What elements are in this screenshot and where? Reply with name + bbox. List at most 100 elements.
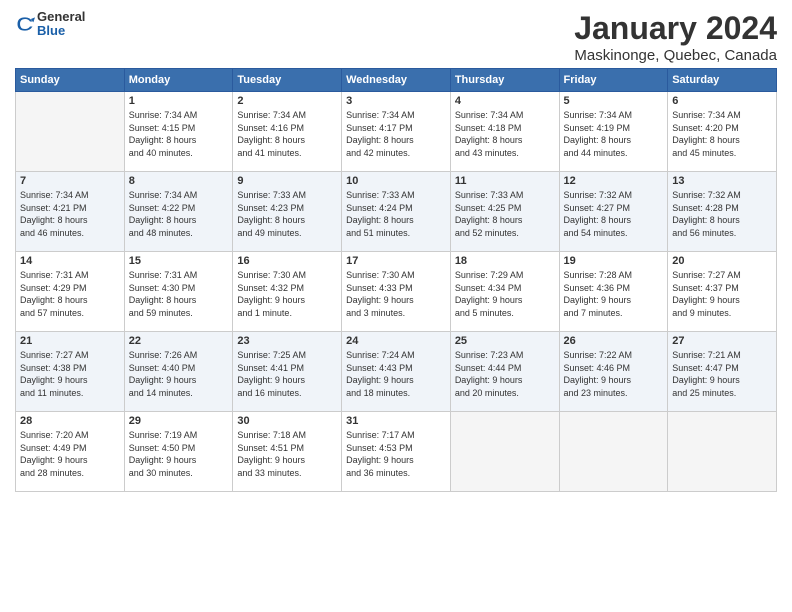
day-info: Sunrise: 7:21 AM Sunset: 4:47 PM Dayligh… [672, 349, 772, 399]
day-number: 31 [346, 415, 446, 427]
weekday-header-row: SundayMondayTuesdayWednesdayThursdayFrid… [16, 69, 777, 92]
day-number: 10 [346, 175, 446, 187]
day-number: 6 [672, 95, 772, 107]
calendar-cell: 26 Sunrise: 7:22 AM Sunset: 4:46 PM Dayli… [559, 332, 668, 412]
calendar-cell: 30Sunrise: 7:18 AM Sunset: 4:51 PM Dayli… [233, 412, 342, 492]
day-info: Sunrise: 7:33 AM Sunset: 4:23 PM Dayligh… [237, 189, 337, 239]
calendar-table: SundayMondayTuesdayWednesdayThursdayFrid… [15, 68, 777, 492]
calendar-cell: 18 Sunrise: 7:29 AM Sunset: 4:34 PM Dayli… [450, 252, 559, 332]
day-number: 23 [237, 335, 337, 347]
day-number: 3 [346, 95, 446, 107]
day-info: Sunrise: 7:22 AM Sunset: 4:46 PM Dayligh… [564, 349, 664, 399]
calendar-cell: 8Sunrise: 7:34 AM Sunset: 4:22 PM Daylig… [124, 172, 233, 252]
weekday-header-monday: Monday [124, 69, 233, 92]
main-title: January 2024 [574, 10, 777, 47]
day-info: Sunrise: 7:34 AM Sunset: 4:19 PM Dayligh… [564, 109, 664, 159]
day-info: Sunrise: 7:33 AM Sunset: 4:25 PM Dayligh… [455, 189, 555, 239]
day-info: Sunrise: 7:19 AM Sunset: 4:50 PM Dayligh… [129, 429, 229, 479]
calendar-body: 1 Sunrise: 7:34 AM Sunset: 4:15 PM Daylig… [16, 92, 777, 492]
logo-line1: General [37, 10, 85, 24]
weekday-header-thursday: Thursday [450, 69, 559, 92]
day-number: 25 [455, 335, 555, 347]
day-info: Sunrise: 7:31 AM Sunset: 4:29 PM Dayligh… [20, 269, 120, 319]
day-number: 15 [129, 255, 229, 267]
calendar-cell [559, 412, 668, 492]
day-number: 19 [564, 255, 664, 267]
title-block: January 2024 Maskinonge, Quebec, Canada [574, 10, 777, 64]
calendar-cell: 3 Sunrise: 7:34 AM Sunset: 4:17 PM Daylig… [342, 92, 451, 172]
calendar-cell: 27 Sunrise: 7:21 AM Sunset: 4:47 PM Dayli… [668, 332, 777, 412]
day-info: Sunrise: 7:30 AM Sunset: 4:33 PM Dayligh… [346, 269, 446, 319]
day-info: Sunrise: 7:27 AM Sunset: 4:38 PM Dayligh… [20, 349, 120, 399]
day-number: 20 [672, 255, 772, 267]
day-info: Sunrise: 7:27 AM Sunset: 4:37 PM Dayligh… [672, 269, 772, 319]
calendar-cell: 21 Sunrise: 7:27 AM Sunset: 4:38 PM Dayli… [16, 332, 125, 412]
calendar-cell: 2Sunrise: 7:34 AM Sunset: 4:16 PM Daylig… [233, 92, 342, 172]
day-number: 11 [455, 175, 555, 187]
day-number: 24 [346, 335, 446, 347]
day-number: 16 [237, 255, 337, 267]
calendar-cell: 12 Sunrise: 7:32 AM Sunset: 4:27 PM Dayli… [559, 172, 668, 252]
day-number: 28 [20, 415, 120, 427]
calendar-week-3: 14 Sunrise: 7:31 AM Sunset: 4:29 PM Dayli… [16, 252, 777, 332]
calendar-cell: 11 Sunrise: 7:33 AM Sunset: 4:25 PM Dayli… [450, 172, 559, 252]
day-number: 26 [564, 335, 664, 347]
day-number: 14 [20, 255, 120, 267]
day-number: 18 [455, 255, 555, 267]
logo-line2: Blue [37, 24, 85, 38]
header: General Blue January 2024 Maskinonge, Qu… [15, 10, 777, 64]
day-info: Sunrise: 7:31 AM Sunset: 4:30 PM Dayligh… [129, 269, 229, 319]
day-info: Sunrise: 7:34 AM Sunset: 4:15 PM Dayligh… [129, 109, 229, 159]
day-info: Sunrise: 7:23 AM Sunset: 4:44 PM Dayligh… [455, 349, 555, 399]
calendar-cell: 10Sunrise: 7:33 AM Sunset: 4:24 PM Dayli… [342, 172, 451, 252]
calendar-cell: 16Sunrise: 7:30 AM Sunset: 4:32 PM Dayli… [233, 252, 342, 332]
day-info: Sunrise: 7:24 AM Sunset: 4:43 PM Dayligh… [346, 349, 446, 399]
day-info: Sunrise: 7:34 AM Sunset: 4:17 PM Dayligh… [346, 109, 446, 159]
calendar-cell: 22Sunrise: 7:26 AM Sunset: 4:40 PM Dayli… [124, 332, 233, 412]
day-info: Sunrise: 7:34 AM Sunset: 4:21 PM Dayligh… [20, 189, 120, 239]
day-number: 12 [564, 175, 664, 187]
day-info: Sunrise: 7:29 AM Sunset: 4:34 PM Dayligh… [455, 269, 555, 319]
calendar-week-5: 28 Sunrise: 7:20 AM Sunset: 4:49 PM Dayli… [16, 412, 777, 492]
calendar-week-4: 21 Sunrise: 7:27 AM Sunset: 4:38 PM Dayli… [16, 332, 777, 412]
logo-icon [15, 14, 35, 34]
day-number: 13 [672, 175, 772, 187]
day-info: Sunrise: 7:17 AM Sunset: 4:53 PM Dayligh… [346, 429, 446, 479]
calendar-cell: 29 Sunrise: 7:19 AM Sunset: 4:50 PM Dayli… [124, 412, 233, 492]
day-number: 1 [129, 95, 229, 107]
day-number: 4 [455, 95, 555, 107]
calendar-cell [16, 92, 125, 172]
calendar-cell: 28 Sunrise: 7:20 AM Sunset: 4:49 PM Dayli… [16, 412, 125, 492]
calendar-cell: 13 Sunrise: 7:32 AM Sunset: 4:28 PM Dayli… [668, 172, 777, 252]
calendar-cell [450, 412, 559, 492]
day-info: Sunrise: 7:34 AM Sunset: 4:18 PM Dayligh… [455, 109, 555, 159]
day-info: Sunrise: 7:34 AM Sunset: 4:20 PM Dayligh… [672, 109, 772, 159]
day-info: Sunrise: 7:20 AM Sunset: 4:49 PM Dayligh… [20, 429, 120, 479]
day-info: Sunrise: 7:25 AM Sunset: 4:41 PM Dayligh… [237, 349, 337, 399]
day-number: 22 [129, 335, 229, 347]
calendar-cell: 31 Sunrise: 7:17 AM Sunset: 4:53 PM Dayli… [342, 412, 451, 492]
calendar-cell: 17 Sunrise: 7:30 AM Sunset: 4:33 PM Dayli… [342, 252, 451, 332]
calendar-cell: 14 Sunrise: 7:31 AM Sunset: 4:29 PM Dayli… [16, 252, 125, 332]
calendar-cell: 5 Sunrise: 7:34 AM Sunset: 4:19 PM Daylig… [559, 92, 668, 172]
weekday-header-sunday: Sunday [16, 69, 125, 92]
day-number: 5 [564, 95, 664, 107]
day-number: 21 [20, 335, 120, 347]
calendar-cell: 4 Sunrise: 7:34 AM Sunset: 4:18 PM Daylig… [450, 92, 559, 172]
day-number: 29 [129, 415, 229, 427]
day-number: 27 [672, 335, 772, 347]
day-number: 2 [237, 95, 337, 107]
weekday-header-saturday: Saturday [668, 69, 777, 92]
day-number: 17 [346, 255, 446, 267]
weekday-header-wednesday: Wednesday [342, 69, 451, 92]
day-info: Sunrise: 7:32 AM Sunset: 4:27 PM Dayligh… [564, 189, 664, 239]
calendar-cell: 7 Sunrise: 7:34 AM Sunset: 4:21 PM Daylig… [16, 172, 125, 252]
day-number: 7 [20, 175, 120, 187]
calendar-week-2: 7 Sunrise: 7:34 AM Sunset: 4:21 PM Daylig… [16, 172, 777, 252]
weekday-header-tuesday: Tuesday [233, 69, 342, 92]
calendar-cell: 1 Sunrise: 7:34 AM Sunset: 4:15 PM Daylig… [124, 92, 233, 172]
calendar-cell: 20 Sunrise: 7:27 AM Sunset: 4:37 PM Dayli… [668, 252, 777, 332]
calendar-cell: 23 Sunrise: 7:25 AM Sunset: 4:41 PM Dayli… [233, 332, 342, 412]
weekday-header-friday: Friday [559, 69, 668, 92]
day-info: Sunrise: 7:32 AM Sunset: 4:28 PM Dayligh… [672, 189, 772, 239]
